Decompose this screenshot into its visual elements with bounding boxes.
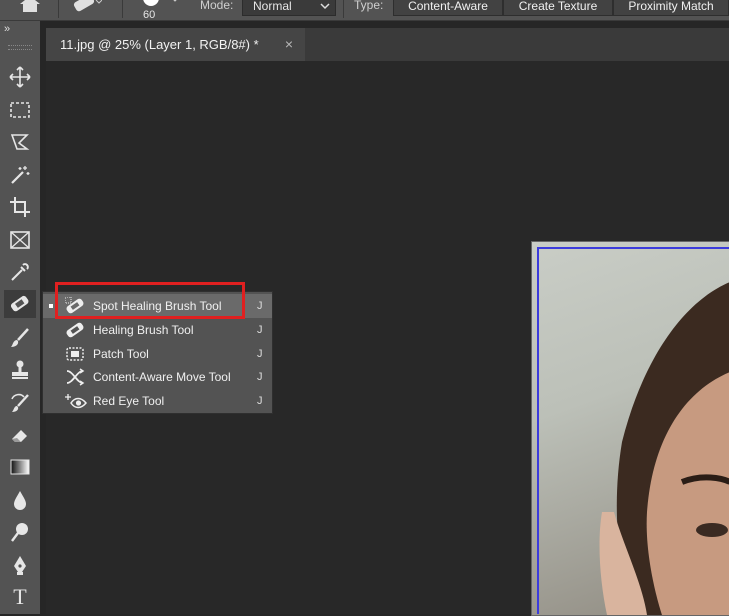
type-content-aware-button[interactable]: Content-Aware	[393, 0, 503, 16]
flyout-item-label: Content-Aware Move Tool	[93, 370, 231, 384]
patch-icon	[65, 345, 85, 363]
collapse-panel-icon[interactable]: »	[4, 23, 10, 35]
healing-brush-icon	[65, 321, 85, 339]
magic-wand-tool-icon[interactable]	[4, 161, 36, 189]
selected-indicator	[49, 304, 53, 308]
flyout-item-red-eye[interactable]: Red Eye Tool J	[43, 389, 272, 413]
mode-select[interactable]: Normal	[242, 0, 336, 16]
home-icon[interactable]	[18, 0, 42, 16]
move-tool-icon[interactable]	[4, 63, 36, 91]
dodge-tool-icon[interactable]	[4, 518, 36, 546]
flyout-item-label: Healing Brush Tool	[93, 323, 194, 337]
mode-label: Mode:	[200, 0, 234, 12]
flyout-item-shortcut: J	[257, 395, 263, 407]
history-brush-tool-icon[interactable]	[4, 388, 36, 416]
flyout-item-shortcut: J	[257, 300, 263, 312]
flyout-item-shortcut: J	[257, 371, 263, 383]
canvas-guide-border	[537, 247, 729, 614]
spot-healing-brush-tool-icon[interactable]	[4, 290, 36, 318]
frame-tool-icon[interactable]	[4, 226, 36, 254]
brush-tool-icon[interactable]	[4, 324, 36, 352]
brush-size-value: 60	[143, 9, 156, 21]
highlight-box	[55, 282, 245, 319]
content-aware-move-icon	[65, 368, 85, 386]
type-tool-glyph: T	[13, 584, 27, 609]
document-title: 11.jpg @ 25% (Layer 1, RGB/8#) *	[60, 37, 259, 52]
document-tab[interactable]: 11.jpg @ 25% (Layer 1, RGB/8#) * ×	[46, 28, 305, 61]
mode-value: Normal	[253, 0, 292, 13]
type-label: Type:	[354, 0, 384, 12]
flyout-item-patch[interactable]: Patch Tool J	[43, 342, 272, 366]
eyedropper-tool-icon[interactable]	[4, 258, 36, 286]
crop-tool-icon[interactable]	[4, 193, 36, 221]
flyout-item-healing-brush[interactable]: Healing Brush Tool J	[43, 318, 272, 342]
rectangular-marquee-tool-icon[interactable]	[4, 96, 36, 124]
chevron-down-icon	[320, 3, 330, 10]
flyout-item-content-aware-move[interactable]: Content-Aware Move Tool J	[43, 365, 272, 389]
flyout-item-label: Patch Tool	[93, 347, 149, 361]
pen-tool-icon[interactable]	[4, 551, 36, 579]
type-create-texture-button[interactable]: Create Texture	[503, 0, 613, 16]
clone-stamp-tool-icon[interactable]	[4, 356, 36, 384]
bandage-preset-icon[interactable]	[72, 0, 103, 16]
blur-tool-icon[interactable]	[4, 486, 36, 514]
gradient-tool-icon[interactable]	[4, 453, 36, 481]
type-proximity-match-button[interactable]: Proximity Match	[613, 0, 729, 16]
panel-grip[interactable]	[8, 45, 32, 50]
flyout-item-label: Red Eye Tool	[93, 394, 165, 408]
flyout-item-shortcut: J	[257, 324, 263, 336]
options-bar: 60 Mode: Normal Type: Content-Aware Crea…	[0, 0, 729, 21]
close-icon[interactable]: ×	[285, 28, 293, 61]
eraser-tool-icon[interactable]	[4, 421, 36, 449]
flyout-item-shortcut: J	[257, 348, 263, 360]
lasso-tool-icon[interactable]	[4, 128, 36, 156]
red-eye-icon	[65, 392, 87, 410]
type-tool-icon[interactable]: T	[4, 583, 36, 611]
